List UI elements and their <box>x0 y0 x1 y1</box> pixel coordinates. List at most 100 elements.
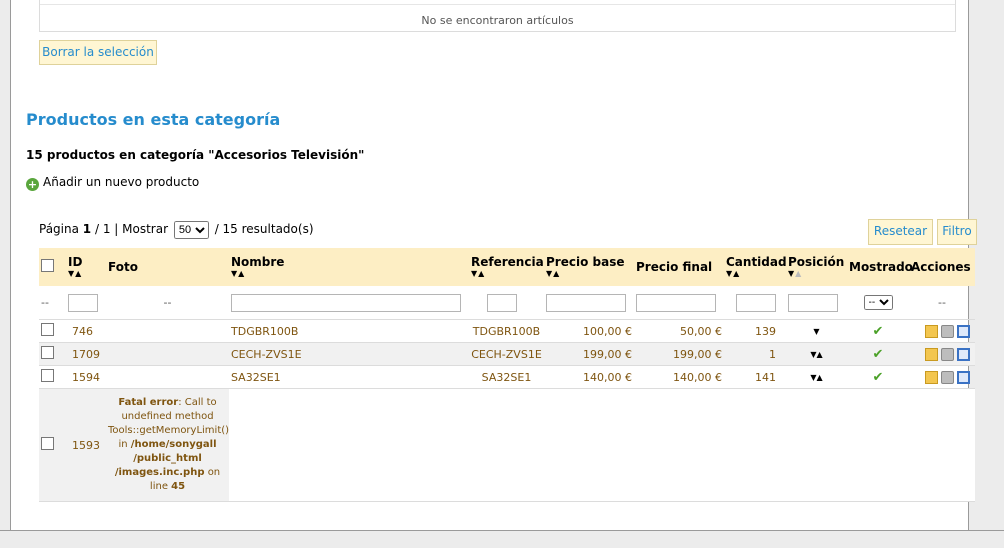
bottom-gutter <box>0 530 1004 548</box>
row-checkbox[interactable] <box>41 323 54 336</box>
fatal-error-label: Fatal error <box>118 397 179 408</box>
cell-quantity: 141 <box>724 365 786 389</box>
position-arrows[interactable]: ▼▲ <box>786 342 847 366</box>
page-current: 1 <box>82 222 92 236</box>
reset-button[interactable]: Resetear <box>868 219 933 245</box>
duplicate-icon[interactable] <box>957 324 970 338</box>
filter-shown-select[interactable]: -- <box>863 295 893 310</box>
cell-reference: CECH-ZVS1E <box>469 342 544 366</box>
trash-icon[interactable] <box>941 370 954 384</box>
sort-icon[interactable]: ▼▲ <box>546 269 632 279</box>
section-title: Productos en esta categoría <box>26 110 281 129</box>
col-id: ID ▼▲ <box>66 248 106 286</box>
check-icon[interactable]: ✔ <box>873 324 884 339</box>
col-reference-label: Referencia <box>471 255 544 269</box>
cell-final-price: 50,00 € <box>634 319 724 343</box>
error-row-blank <box>229 388 975 502</box>
clear-selection-button[interactable]: Borrar la selección <box>39 40 157 65</box>
row-checkbox[interactable] <box>41 437 54 450</box>
sort-icon[interactable]: ▼▲ <box>726 269 784 279</box>
filter-dash: -- <box>106 286 229 320</box>
duplicate-icon[interactable] <box>957 347 970 361</box>
col-reference: Referencia ▼▲ <box>469 248 544 286</box>
filter-reference-input[interactable] <box>487 293 517 312</box>
page-separator: / 1 | Mostrar <box>94 222 169 236</box>
left-gutter <box>0 0 11 547</box>
per-page-select[interactable]: 50 <box>173 221 209 239</box>
filter-button[interactable]: Filtro <box>937 219 977 245</box>
edit-icon[interactable] <box>925 347 938 361</box>
cell-name: CECH-ZVS1E <box>229 342 469 366</box>
cell-id: 1593 <box>66 388 106 502</box>
select-all-cell <box>39 248 66 286</box>
select-all-checkbox[interactable] <box>41 259 54 272</box>
results-count: / 15 resultado(s) <box>214 222 314 236</box>
fatal-error-path: /home/sonygall /public_html /images.inc.… <box>114 439 217 478</box>
filter-base-price-input[interactable] <box>546 293 626 312</box>
sort-icon[interactable]: ▼▲ <box>68 269 104 279</box>
cell-base-price: 140,00 € <box>544 365 634 389</box>
col-name: Nombre ▼▲ <box>229 248 469 286</box>
table-row[interactable]: 746 TDGBR100B TDGBR100B 100,00 € 50,00 €… <box>39 319 975 343</box>
cell-name: TDGBR100B <box>229 319 469 343</box>
products-table: ID ▼▲ Foto Nombre ▼▲ Referencia ▼▲ Precio b… <box>39 248 975 502</box>
edit-icon[interactable] <box>925 370 938 384</box>
cell-id: 746 <box>66 319 106 343</box>
header-row: ID ▼▲ Foto Nombre ▼▲ Referencia ▼▲ Precio b… <box>39 248 975 286</box>
cell-quantity: 1 <box>724 342 786 366</box>
table-row[interactable]: 1594 SA32SE1 SA32SE1 140,00 € 140,00 € 1… <box>39 365 975 389</box>
cell-base-price: 100,00 € <box>544 319 634 343</box>
col-actions: Acciones <box>909 248 975 286</box>
filter-position-input[interactable] <box>788 293 838 312</box>
add-product-label: Añadir un nuevo producto <box>43 175 200 189</box>
cell-photo <box>106 365 229 389</box>
filter-quantity-input[interactable] <box>736 293 776 312</box>
trash-icon[interactable] <box>941 347 954 361</box>
col-shown: Mostrado <box>847 248 913 286</box>
sort-icon[interactable]: ▼▲ <box>471 269 542 279</box>
row-checkbox[interactable] <box>41 346 54 359</box>
col-final-price: Precio final <box>634 248 724 286</box>
filter-final-price-input[interactable] <box>636 293 716 312</box>
error-row[interactable]: 1593 Fatal error: Call to undefined meth… <box>39 388 975 502</box>
duplicate-icon[interactable] <box>957 370 970 384</box>
col-position-label: Posición <box>788 255 845 269</box>
filter-name-input[interactable] <box>231 293 461 312</box>
pagination: Página 1 / 1 | Mostrar 50 / 15 resultado… <box>39 221 314 239</box>
related-items-header <box>40 0 955 5</box>
cell-id: 1594 <box>66 365 106 389</box>
category-summary: 15 productos en categoría "Accesorios Te… <box>26 148 365 162</box>
position-arrows[interactable]: ▼▲ <box>786 365 847 389</box>
check-icon[interactable]: ✔ <box>873 347 884 362</box>
col-base-price-label: Precio base <box>546 255 625 269</box>
cell-reference: SA32SE1 <box>469 365 544 389</box>
add-icon: + <box>26 178 39 191</box>
sort-icon[interactable]: ▼▲ <box>788 269 845 279</box>
cell-base-price: 199,00 € <box>544 342 634 366</box>
col-photo: Foto <box>106 248 229 286</box>
col-name-label: Nombre <box>231 255 285 269</box>
filter-id-input[interactable] <box>68 293 98 312</box>
page-label: Página <box>39 222 79 236</box>
col-base-price: Precio base ▼▲ <box>544 248 634 286</box>
fatal-error-message: Fatal error: Call to undefined method To… <box>108 396 229 494</box>
cell-quantity: 139 <box>724 319 786 343</box>
position-arrows[interactable]: ▼ <box>786 319 847 343</box>
filter-dash: -- <box>39 286 66 320</box>
cell-photo-error: Fatal error: Call to undefined method To… <box>106 388 229 502</box>
table-row[interactable]: 1709 CECH-ZVS1E CECH-ZVS1E 199,00 € 199,… <box>39 342 975 366</box>
fatal-error-line: 45 <box>171 481 186 492</box>
cell-final-price: 199,00 € <box>634 342 724 366</box>
col-quantity: Cantidad ▼▲ <box>724 248 787 286</box>
add-product-link[interactable]: + Añadir un nuevo producto <box>26 175 199 191</box>
sort-icon[interactable]: ▼▲ <box>231 269 467 279</box>
edit-icon[interactable] <box>925 324 938 338</box>
cell-reference: TDGBR100B <box>469 319 544 343</box>
cell-id: 1709 <box>66 342 106 366</box>
row-checkbox[interactable] <box>41 369 54 382</box>
trash-icon[interactable] <box>941 324 954 338</box>
check-icon[interactable]: ✔ <box>873 370 884 385</box>
related-items-box: No se encontraron artículos <box>39 0 956 32</box>
col-quantity-label: Cantidad <box>726 255 787 269</box>
cell-photo <box>106 342 229 366</box>
